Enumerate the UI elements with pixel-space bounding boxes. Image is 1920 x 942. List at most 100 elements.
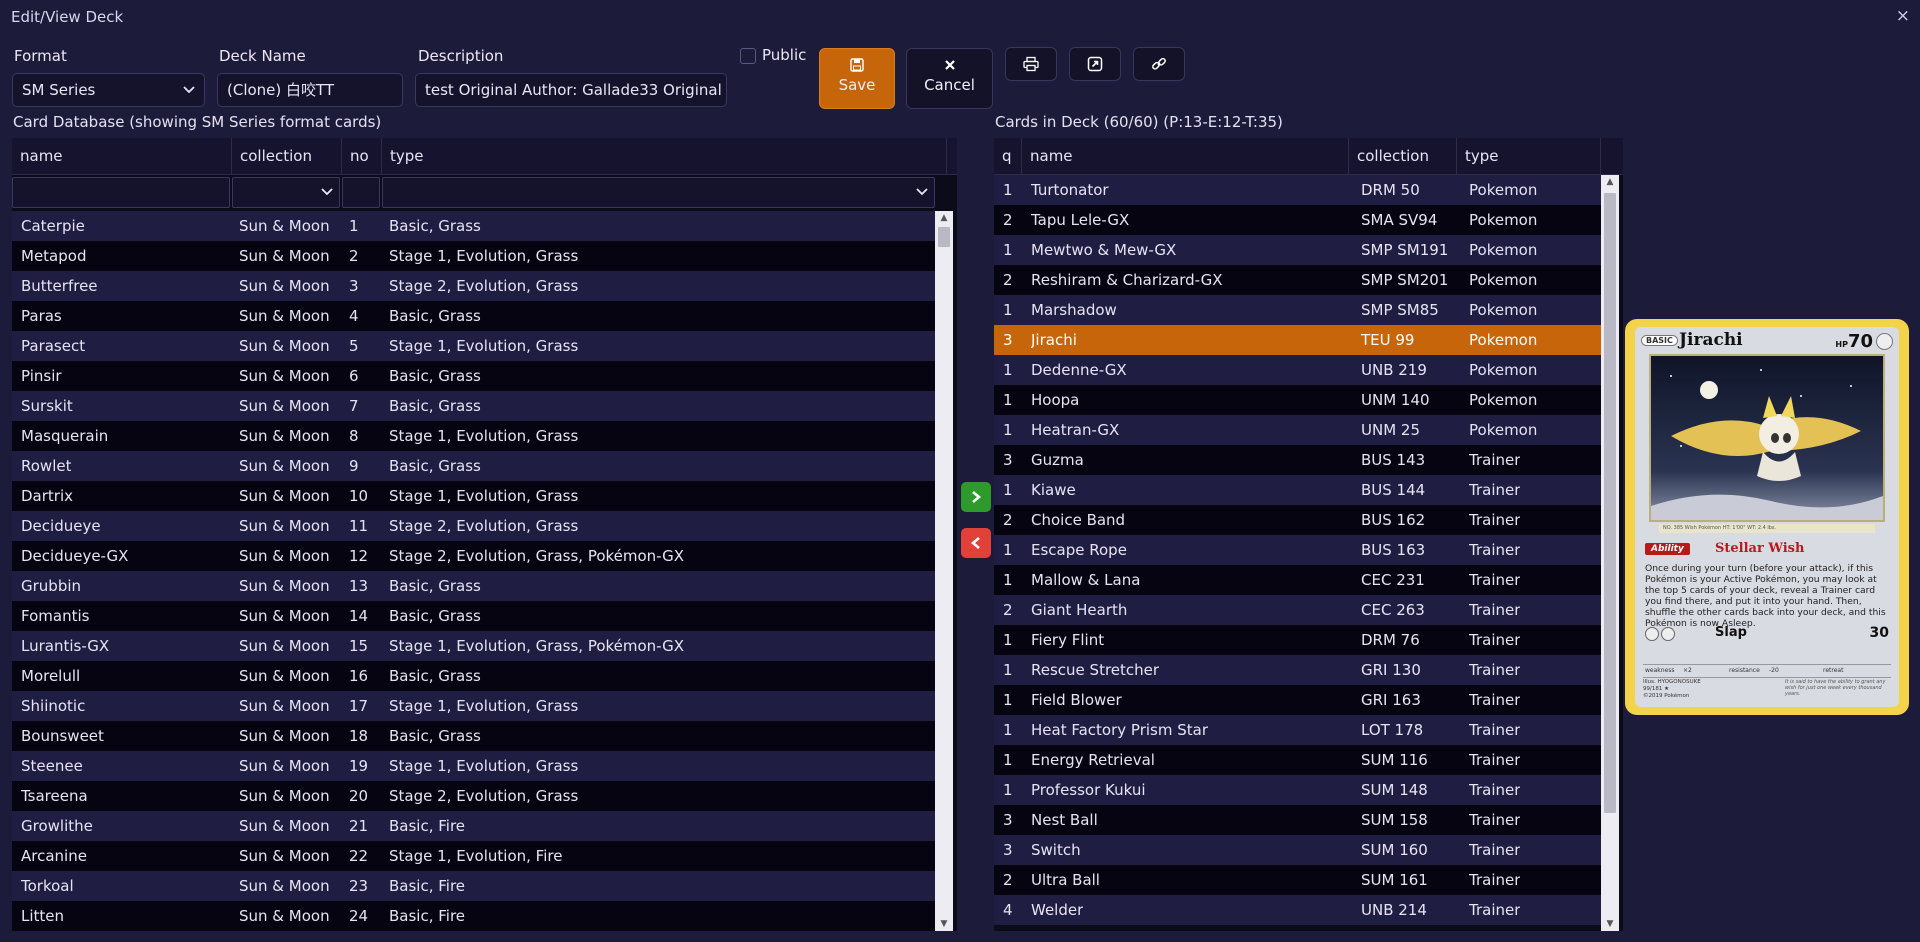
column-header-no[interactable]: no	[342, 138, 382, 174]
type-cell: Basic, Grass	[389, 367, 481, 385]
table-row[interactable]: Fomantis Sun & Moon 14 Basic, Grass	[12, 601, 935, 631]
table-row[interactable]: Pinsir Sun & Moon 6 Basic, Grass	[12, 361, 935, 391]
card-attack: Slap 30	[1645, 623, 1889, 643]
table-row[interactable]: 2 Ultra Ball SUM 161 Trainer	[994, 865, 1601, 895]
collection-cell: Sun & Moon	[239, 337, 330, 355]
table-row[interactable]: Litten Sun & Moon 24 Basic, Fire	[12, 901, 935, 931]
column-header-collection[interactable]: collection	[232, 138, 342, 174]
deck-scrollbar[interactable]: ▲ ▼	[1601, 175, 1619, 931]
quantity-cell: 1	[1003, 781, 1013, 799]
table-row[interactable]: Paras Sun & Moon 4 Basic, Grass	[12, 301, 935, 331]
format-select[interactable]: SM Series	[12, 73, 205, 107]
table-row[interactable]: 1 Rescue Stretcher GRI 130 Trainer	[994, 655, 1601, 685]
table-row[interactable]: Decidueye-GX Sun & Moon 12 Stage 2, Evoluti…	[12, 541, 935, 571]
deck-name-input[interactable]: (Clone) 白咬TT	[217, 73, 403, 107]
table-row[interactable]: 3 Jirachi TEU 99 Pokemon	[994, 325, 1601, 355]
quantity-cell: 1	[1003, 241, 1013, 259]
table-row[interactable]: 1 Mewtwo & Mew-GX SMP SM191 Pokemon	[994, 235, 1601, 265]
table-row[interactable]: 1 Dedenne-GX UNB 219 Pokemon	[994, 355, 1601, 385]
column-header-name[interactable]: name	[12, 138, 232, 174]
table-row[interactable]: 1 Escape Rope BUS 163 Trainer	[994, 535, 1601, 565]
card-name-cell: Parasect	[21, 337, 86, 355]
card-name-cell: Ultra Ball	[1031, 871, 1100, 889]
scroll-down-icon[interactable]: ▼	[935, 917, 953, 931]
table-row[interactable]: Bounsweet Sun & Moon 18 Basic, Grass	[12, 721, 935, 751]
format-select-value: SM Series	[22, 81, 96, 99]
scroll-down-icon[interactable]: ▼	[1601, 917, 1619, 931]
table-row[interactable]: Arcanine Sun & Moon 22 Stage 1, Evolution, …	[12, 841, 935, 871]
name-filter-input[interactable]	[12, 177, 230, 208]
link-button[interactable]	[1133, 47, 1185, 81]
table-row[interactable]: Torkoal Sun & Moon 23 Basic, Fire	[12, 871, 935, 901]
table-row[interactable]: 3 Guzma BUS 143 Trainer	[994, 445, 1601, 475]
table-row[interactable]: 1 Kiawe BUS 144 Trainer	[994, 475, 1601, 505]
table-row[interactable]: 1 Mallow & Lana CEC 231 Trainer	[994, 565, 1601, 595]
table-row[interactable]: Masquerain Sun & Moon 8 Stage 1, Evolution,…	[12, 421, 935, 451]
card-name-cell: Dartrix	[21, 487, 74, 505]
scrollbar-thumb[interactable]	[1604, 193, 1616, 813]
table-row[interactable]: Shiinotic Sun & Moon 17 Stage 1, Evolution,…	[12, 691, 935, 721]
type-cell: Basic, Grass	[389, 397, 481, 415]
public-checkbox[interactable]	[740, 48, 756, 64]
database-scrollbar[interactable]: ▲ ▼	[935, 211, 953, 931]
table-row[interactable]: 2 Tapu Lele-GX SMA SV94 Pokemon	[994, 205, 1601, 235]
table-row[interactable]: 3 Nest Ball SUM 158 Trainer	[994, 805, 1601, 835]
column-header-type[interactable]: type	[1457, 138, 1601, 174]
table-row[interactable]: Steenee Sun & Moon 19 Stage 1, Evolution, G…	[12, 751, 935, 781]
table-row[interactable]: Surskit Sun & Moon 7 Basic, Grass	[12, 391, 935, 421]
column-header-collection[interactable]: collection	[1349, 138, 1457, 174]
collection-cell: Sun & Moon	[239, 667, 330, 685]
table-row[interactable]: Lurantis-GX Sun & Moon 15 Stage 1, Evolutio…	[12, 631, 935, 661]
remove-from-deck-button[interactable]	[961, 528, 991, 558]
chevron-down-icon	[183, 74, 195, 106]
card-name-cell: Nest Ball	[1031, 811, 1098, 829]
column-header-type[interactable]: type	[382, 138, 947, 174]
table-row[interactable]: Grubbin Sun & Moon 13 Basic, Grass	[12, 571, 935, 601]
no-filter-input[interactable]	[342, 177, 380, 208]
table-row[interactable]: 1 Energy Retrieval SUM 116 Trainer	[994, 745, 1601, 775]
table-row[interactable]: 1 Hoopa UNM 140 Pokemon	[994, 385, 1601, 415]
table-row[interactable]: 1 Professor Kukui SUM 148 Trainer	[994, 775, 1601, 805]
table-row[interactable]: 2 Giant Hearth CEC 263 Trainer	[994, 595, 1601, 625]
table-row[interactable]: 1 Heatran-GX UNM 25 Pokemon	[994, 415, 1601, 445]
column-header-name[interactable]: name	[1022, 138, 1349, 174]
table-row[interactable]: Parasect Sun & Moon 5 Stage 1, Evolution, G…	[12, 331, 935, 361]
add-to-deck-button[interactable]	[961, 482, 991, 512]
table-row[interactable]: 1 Turtonator DRM 50 Pokemon	[994, 175, 1601, 205]
quantity-cell: 3	[1003, 331, 1013, 349]
description-input[interactable]: test Original Author: Gallade33 Original…	[415, 73, 727, 107]
table-row[interactable]: 3 Switch SUM 160 Trainer	[994, 835, 1601, 865]
table-row[interactable]: Dartrix Sun & Moon 10 Stage 1, Evolution, G…	[12, 481, 935, 511]
card-name: Jirachi	[1679, 330, 1743, 350]
table-row[interactable]: Butterfree Sun & Moon 3 Stage 2, Evolution,…	[12, 271, 935, 301]
column-header-q[interactable]: q	[994, 138, 1022, 174]
export-button[interactable]	[1069, 47, 1121, 81]
table-row[interactable]: 4 Welder UNB 214 Trainer	[994, 895, 1601, 925]
print-button[interactable]	[1005, 47, 1057, 81]
table-row[interactable]: Growlithe Sun & Moon 21 Basic, Fire	[12, 811, 935, 841]
table-row[interactable]: Metapod Sun & Moon 2 Stage 1, Evolution, Gr…	[12, 241, 935, 271]
table-row[interactable]: Tsareena Sun & Moon 20 Stage 2, Evolution, …	[12, 781, 935, 811]
scroll-up-icon[interactable]: ▲	[935, 211, 953, 225]
table-row[interactable]: 1 Fiery Flint DRM 76 Trainer	[994, 625, 1601, 655]
scrollbar-thumb[interactable]	[938, 227, 950, 247]
table-row[interactable]: Decidueye Sun & Moon 11 Stage 2, Evolution,…	[12, 511, 935, 541]
table-row[interactable]: 1 Field Blower GRI 163 Trainer	[994, 685, 1601, 715]
type-cell: Basic, Grass	[389, 457, 481, 475]
scroll-up-icon[interactable]: ▲	[1601, 175, 1619, 189]
table-row[interactable]: Rowlet Sun & Moon 9 Basic, Grass	[12, 451, 935, 481]
close-icon[interactable]: ×	[1896, 6, 1910, 26]
table-row[interactable]: 1 Marshadow SMP SM85 Pokemon	[994, 295, 1601, 325]
print-icon	[1023, 56, 1039, 72]
table-row[interactable]: Morelull Sun & Moon 16 Basic, Grass	[12, 661, 935, 691]
table-row[interactable]: 2 Reshiram & Charizard-GX SMP SM201 Pokemon	[994, 265, 1601, 295]
collection-cell: SMP SM201	[1361, 271, 1449, 289]
type-filter-select[interactable]	[382, 177, 935, 208]
collection-filter-select[interactable]	[232, 177, 340, 208]
cancel-button[interactable]: Cancel	[906, 48, 993, 109]
table-row[interactable]: 2 Choice Band BUS 162 Trainer	[994, 505, 1601, 535]
collection-cell: Sun & Moon	[239, 247, 330, 265]
table-row[interactable]: 1 Heat Factory Prism Star LOT 178 Trainer	[994, 715, 1601, 745]
save-button[interactable]: Save	[819, 48, 895, 109]
table-row[interactable]: Caterpie Sun & Moon 1 Basic, Grass	[12, 211, 935, 241]
